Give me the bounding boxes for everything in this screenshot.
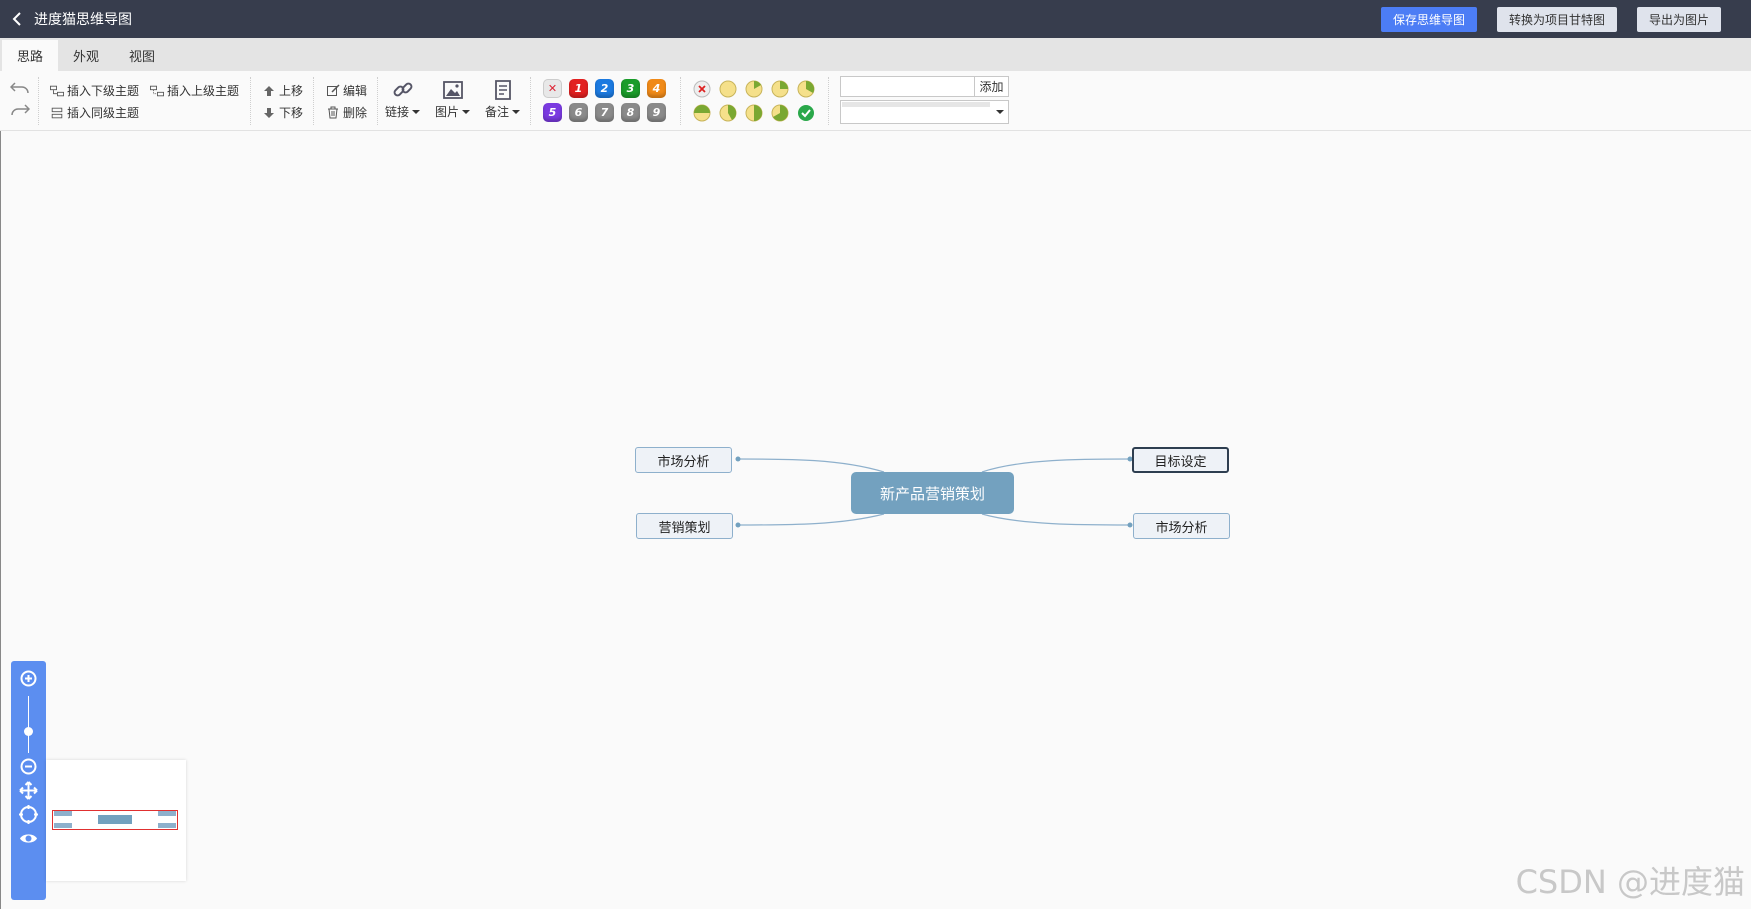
arrow-up-icon xyxy=(262,84,276,98)
progress-7-icon[interactable] xyxy=(771,104,789,122)
move-up-button[interactable]: 上移 xyxy=(262,82,303,99)
zoom-in-icon xyxy=(20,670,37,687)
edit-icon xyxy=(326,84,340,98)
export-image-button[interactable]: 导出为图片 xyxy=(1636,7,1721,32)
root-topic[interactable]: 新产品营销策划 xyxy=(851,472,1014,514)
insert-sibling-topic-button[interactable]: 插入同级主题 xyxy=(50,104,139,121)
app-title: 进度猫思维导图 xyxy=(34,12,132,28)
note-label: 备注 xyxy=(485,105,510,119)
priority-3-icon[interactable]: 3 xyxy=(621,79,640,98)
topic-right-bottom[interactable]: 市场分析 xyxy=(1133,513,1230,539)
tab-thinking[interactable]: 思路 xyxy=(2,40,59,71)
locate-center-button[interactable] xyxy=(19,805,38,824)
eye-icon xyxy=(20,834,37,843)
insert-child-label: 插入下级主题 xyxy=(67,84,140,98)
image-label: 图片 xyxy=(435,105,460,119)
link-button[interactable]: 链接 xyxy=(385,79,421,120)
progress-0-icon[interactable] xyxy=(719,80,737,98)
priority-4-icon[interactable]: 4 xyxy=(647,79,666,98)
chevron-down-icon xyxy=(412,109,421,114)
move-down-label: 下移 xyxy=(279,106,304,120)
priority-8-icon[interactable]: 8 xyxy=(621,103,640,122)
delete-label: 删除 xyxy=(343,106,368,120)
zoom-panel xyxy=(11,661,46,900)
insert-parent-topic-button[interactable]: 插入上级主题 xyxy=(150,82,239,99)
progress-remove-icon[interactable] xyxy=(693,80,711,98)
redo-button[interactable] xyxy=(10,101,31,120)
priority-1-icon[interactable]: 1 xyxy=(569,79,588,98)
progress-2-icon[interactable] xyxy=(771,80,789,98)
tab-appearance[interactable]: 外观 xyxy=(58,40,114,71)
insert-child-topic-button[interactable]: 插入下级主题 xyxy=(50,82,139,99)
move-icon xyxy=(19,781,38,800)
zoom-out-button[interactable] xyxy=(19,757,38,776)
top-bar: 进度猫思维导图 保存思维导图 转换为项目甘特图 导出为图片 xyxy=(0,0,1751,38)
priority-6-icon[interactable]: 6 xyxy=(569,103,588,122)
delete-button[interactable]: 删除 xyxy=(326,104,367,121)
progress-5-icon[interactable] xyxy=(719,104,737,122)
progress-6-icon[interactable] xyxy=(745,104,763,122)
insert-sibling-icon xyxy=(50,106,64,120)
pan-button[interactable] xyxy=(19,781,38,800)
link-label: 链接 xyxy=(385,105,410,119)
progress-3-icon[interactable] xyxy=(797,80,815,98)
toolbar: 插入下级主题 插入上级主题 插入同级主题 上移 下移 编辑 删除 链接 图片 备… xyxy=(0,71,1751,131)
minimap[interactable] xyxy=(46,760,186,881)
zoom-slider-track[interactable] xyxy=(28,696,29,753)
crosshair-icon xyxy=(19,805,38,824)
image-icon xyxy=(442,81,463,99)
zoom-out-icon xyxy=(20,758,37,775)
edit-button[interactable]: 编辑 xyxy=(326,82,367,99)
move-up-label: 上移 xyxy=(279,84,304,98)
priority-2-icon[interactable]: 2 xyxy=(595,79,614,98)
mindmap-connectors xyxy=(735,456,1133,528)
save-mindmap-button[interactable]: 保存思维导图 xyxy=(1380,7,1477,32)
tab-bar: 思路 外观 视图 xyxy=(0,38,1751,71)
watermark: CSDN @进度猫 xyxy=(1515,863,1745,901)
topic-left-bottom[interactable]: 营销策划 xyxy=(636,513,733,539)
priority-5-icon[interactable]: 5 xyxy=(543,103,562,122)
progress-4-icon[interactable] xyxy=(693,104,711,122)
minimap-viewport[interactable] xyxy=(52,810,178,830)
resource-select[interactable] xyxy=(840,100,1009,124)
progress-1-icon[interactable] xyxy=(745,80,763,98)
insert-child-icon xyxy=(50,84,64,98)
resource-add-button[interactable]: 添加 xyxy=(974,76,1009,97)
chevron-down-icon xyxy=(512,109,521,114)
insert-parent-icon xyxy=(150,84,164,98)
chevron-down-icon xyxy=(996,110,1004,114)
chevron-left-icon xyxy=(12,12,21,26)
topic-right-top[interactable]: 目标设定 xyxy=(1132,447,1229,473)
link-icon xyxy=(393,82,412,97)
move-down-button[interactable]: 下移 xyxy=(262,104,303,121)
edit-label: 编辑 xyxy=(343,84,368,98)
resource-input[interactable] xyxy=(840,76,975,97)
insert-parent-label: 插入上级主题 xyxy=(167,84,240,98)
trash-icon xyxy=(326,106,340,120)
topic-left-top[interactable]: 市场分析 xyxy=(635,447,732,473)
back-button[interactable] xyxy=(0,0,34,38)
toggle-minimap-button[interactable] xyxy=(19,829,38,848)
redo-icon xyxy=(11,104,31,116)
priority-9-icon[interactable]: 9 xyxy=(647,103,666,122)
chevron-down-icon xyxy=(462,109,471,114)
note-icon xyxy=(494,80,511,100)
undo-button[interactable] xyxy=(9,79,30,98)
priority-remove-icon[interactable]: ✕ xyxy=(543,79,562,98)
arrow-down-icon xyxy=(262,106,276,120)
zoom-slider-handle[interactable] xyxy=(24,727,33,736)
undo-icon xyxy=(9,82,29,94)
progress-done-icon[interactable] xyxy=(797,104,815,122)
convert-gantt-button[interactable]: 转换为项目甘特图 xyxy=(1496,7,1617,32)
note-button[interactable]: 备注 xyxy=(485,79,521,120)
priority-7-icon[interactable]: 7 xyxy=(595,103,614,122)
tab-view[interactable]: 视图 xyxy=(114,40,170,71)
image-button[interactable]: 图片 xyxy=(435,79,471,120)
zoom-in-button[interactable] xyxy=(19,669,38,688)
insert-sibling-label: 插入同级主题 xyxy=(67,106,140,120)
mindmap-canvas[interactable]: 新产品营销策划 市场分析 营销策划 目标设定 市场分析 xyxy=(0,131,1751,909)
